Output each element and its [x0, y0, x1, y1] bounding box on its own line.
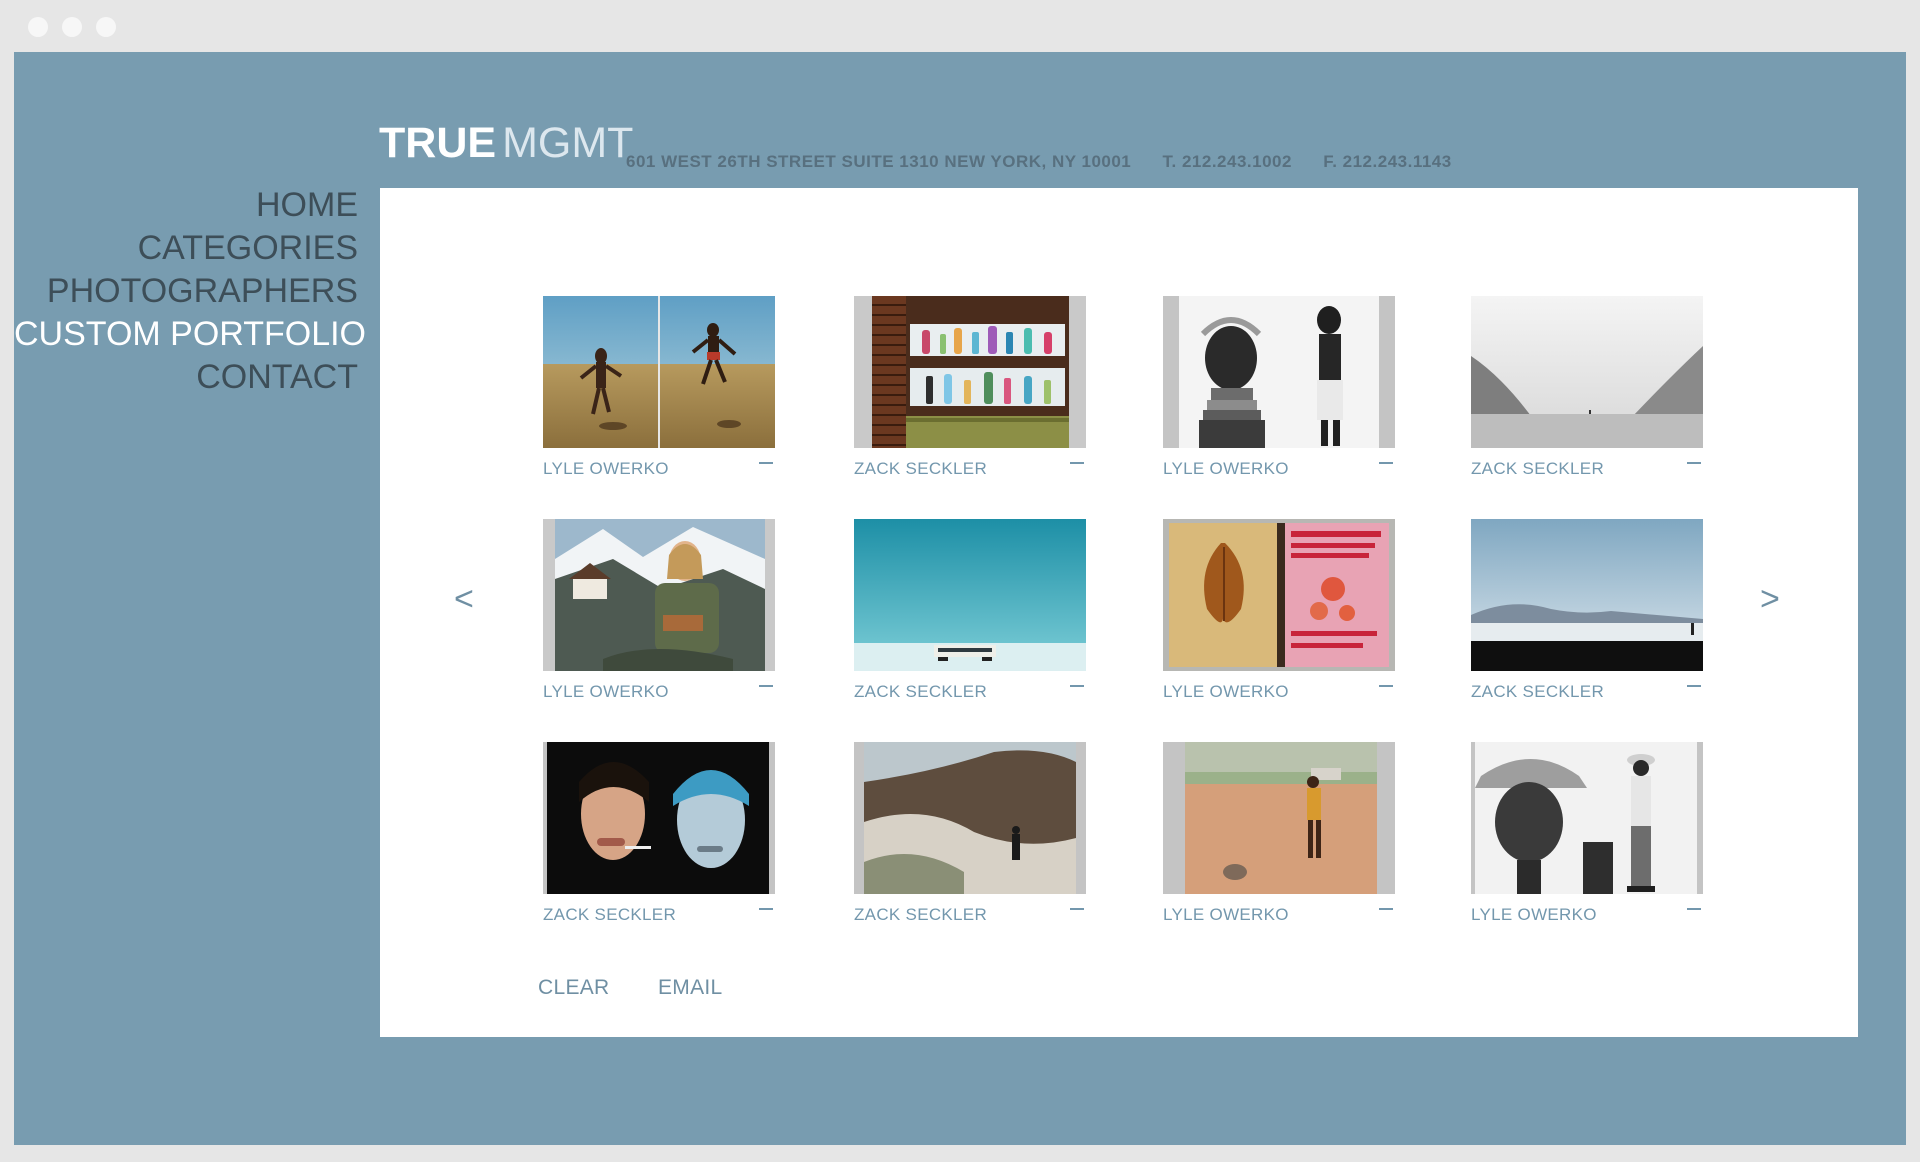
clear-button[interactable]: CLEAR [538, 976, 610, 1000]
foggy-hills-image [854, 742, 1086, 894]
misty-valley-image [1471, 296, 1703, 448]
main-nav: HOME CATEGORIES PHOTOGRAPHERS CUSTOM POR… [14, 184, 366, 399]
portfolio-item: ZACK SECKLER [854, 519, 1086, 704]
bar-shelf-image [854, 296, 1086, 448]
girl-snow-image [543, 519, 775, 671]
portfolio-item: LYLE OWERKO [1163, 742, 1395, 927]
logo-true: TRUE [379, 119, 497, 167]
nav-contact[interactable]: CONTACT [14, 356, 358, 399]
portfolio-item: ZACK SECKLER [1471, 519, 1703, 704]
photographer-name[interactable]: LYLE OWERKO [1163, 682, 1289, 702]
window-close-dot[interactable] [28, 17, 48, 37]
remove-minus-icon[interactable] [759, 462, 773, 464]
kids-jumping-image [543, 296, 775, 448]
portfolio-thumbnail[interactable] [854, 519, 1086, 671]
page-viewport: TRUE MGMT 601 WEST 26TH STREET SUITE 1310… [14, 52, 1906, 1145]
portfolio-item: ZACK SECKLER [543, 742, 775, 927]
contact-info: 601 WEST 26TH STREET SUITE 1310 NEW YORK… [626, 152, 1478, 172]
photographer-name[interactable]: ZACK SECKLER [1471, 459, 1604, 479]
remove-minus-icon[interactable] [1687, 908, 1701, 910]
photographer-name[interactable]: LYLE OWERKO [1163, 459, 1289, 479]
portfolio-grid: LYLE OWERKO ZACK SECKLER LYLE OWERKO ZAC… [380, 188, 1858, 1037]
portfolio-thumbnail[interactable] [1163, 742, 1395, 894]
old-man-hat-image [1471, 742, 1703, 894]
portfolio-item: ZACK SECKLER [854, 742, 1086, 927]
remove-minus-icon[interactable] [1379, 685, 1393, 687]
portfolio-thumbnail[interactable] [854, 296, 1086, 448]
window-zoom-dot[interactable] [96, 17, 116, 37]
portfolio-panel: < > LYLE OWERKO ZACK SECKLER LYLE OWERKO… [380, 188, 1858, 1037]
horizon-lake-image [1471, 519, 1703, 671]
portfolio-thumbnail[interactable] [1471, 296, 1703, 448]
portfolio-thumbnail[interactable] [543, 296, 775, 448]
portfolio-item: ZACK SECKLER [1471, 296, 1703, 481]
nav-home[interactable]: HOME [14, 184, 358, 227]
portfolio-item: LYLE OWERKO [543, 296, 775, 481]
portfolio-thumbnail[interactable] [1471, 519, 1703, 671]
sketchbook-image [1163, 519, 1395, 671]
photographer-name[interactable]: ZACK SECKLER [543, 905, 676, 925]
portfolio-item: LYLE OWERKO [543, 519, 775, 704]
portfolio-thumbnail[interactable] [543, 742, 775, 894]
remove-minus-icon[interactable] [1070, 462, 1084, 464]
nav-categories[interactable]: CATEGORIES [14, 227, 358, 270]
portfolio-thumbnail[interactable] [1163, 519, 1395, 671]
portfolio-thumbnail[interactable] [1471, 742, 1703, 894]
phone-number: T. 212.243.1002 [1162, 152, 1292, 171]
photographer-name[interactable]: LYLE OWERKO [1163, 905, 1289, 925]
portfolio-item: LYLE OWERKO [1471, 742, 1703, 927]
remove-minus-icon[interactable] [1687, 462, 1701, 464]
photographer-name[interactable]: LYLE OWERKO [543, 459, 669, 479]
nav-photographers[interactable]: PHOTOGRAPHERS [14, 270, 358, 313]
portfolio-item: ZACK SECKLER [854, 296, 1086, 481]
remove-minus-icon[interactable] [1379, 462, 1393, 464]
portfolio-item: LYLE OWERKO [1163, 296, 1395, 481]
photographer-name[interactable]: LYLE OWERKO [543, 682, 669, 702]
portfolio-thumbnail[interactable] [543, 519, 775, 671]
street-address: 601 WEST 26TH STREET SUITE 1310 NEW YORK… [626, 152, 1132, 171]
email-button[interactable]: EMAIL [658, 976, 723, 1000]
remove-minus-icon[interactable] [759, 685, 773, 687]
tribal-portraits-image [1163, 296, 1395, 448]
portfolio-thumbnail[interactable] [1163, 296, 1395, 448]
remove-minus-icon[interactable] [759, 908, 773, 910]
logo-mgmt: MGMT [502, 119, 634, 167]
remove-minus-icon[interactable] [1070, 908, 1084, 910]
portfolio-item: LYLE OWERKO [1163, 519, 1395, 704]
fax-number: F. 212.243.1143 [1323, 152, 1452, 171]
photographer-name[interactable]: LYLE OWERKO [1471, 905, 1597, 925]
portfolio-thumbnail[interactable] [854, 742, 1086, 894]
man-on-sand-image [1163, 742, 1395, 894]
browser-chrome [0, 0, 1920, 52]
remove-minus-icon[interactable] [1070, 685, 1084, 687]
two-women-image [543, 742, 775, 894]
photographer-name[interactable]: ZACK SECKLER [854, 459, 987, 479]
remove-minus-icon[interactable] [1379, 908, 1393, 910]
photographer-name[interactable]: ZACK SECKLER [1471, 682, 1604, 702]
photographer-name[interactable]: ZACK SECKLER [854, 682, 987, 702]
photographer-name[interactable]: ZACK SECKLER [854, 905, 987, 925]
nav-custom-portfolio[interactable]: CUSTOM PORTFOLIO [14, 313, 366, 356]
window-minimize-dot[interactable] [62, 17, 82, 37]
site-logo[interactable]: TRUE MGMT [379, 122, 633, 165]
remove-minus-icon[interactable] [1687, 685, 1701, 687]
salt-flat-bus-image [854, 519, 1086, 671]
